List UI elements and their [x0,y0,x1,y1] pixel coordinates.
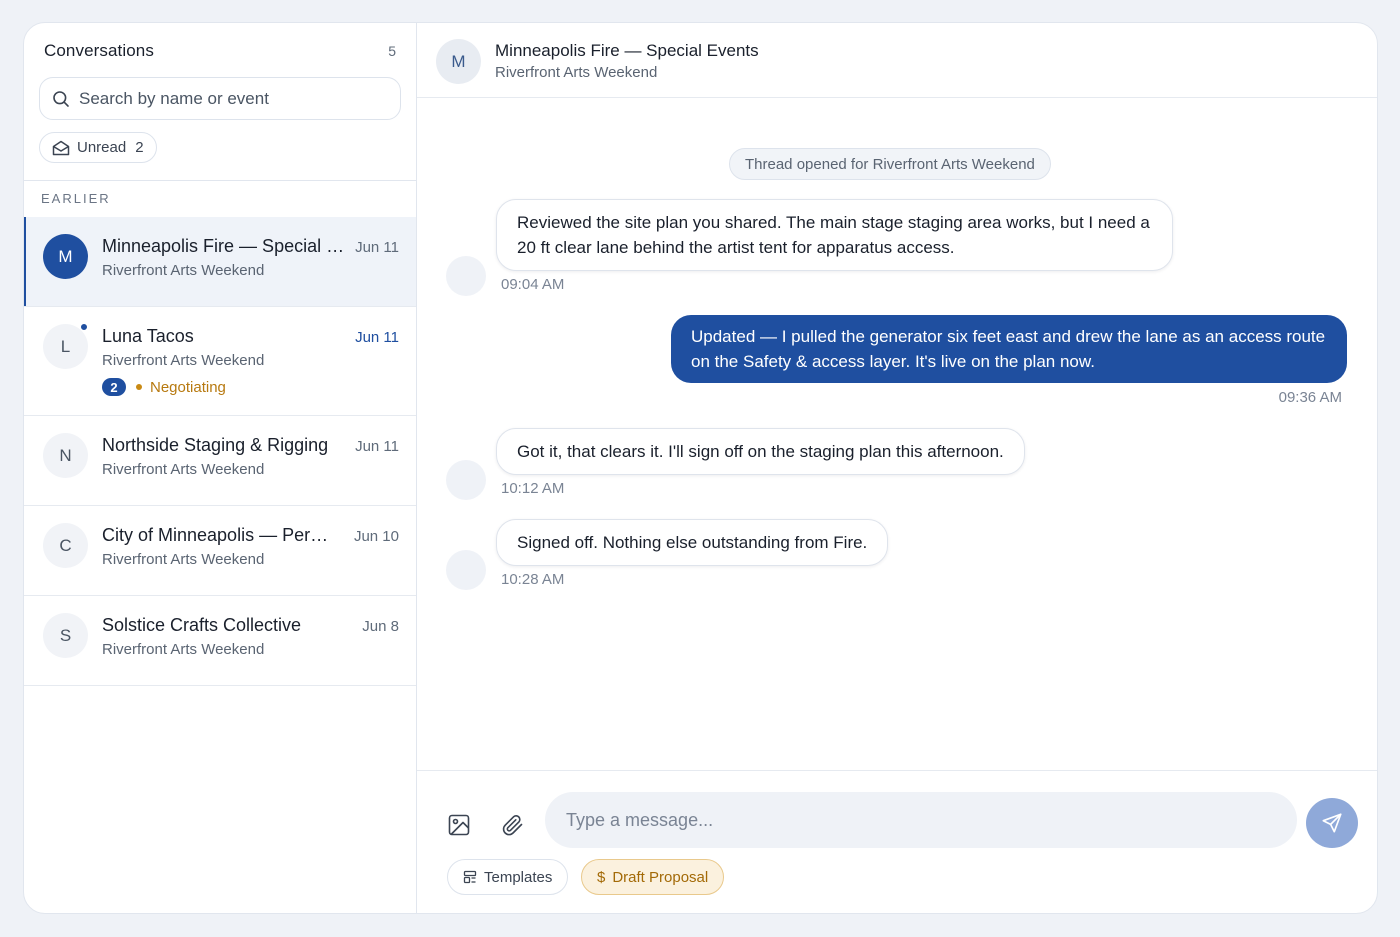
conversation-name: Minneapolis Fire — Special Events [102,236,348,256]
status-badge: Negotiating [136,379,226,396]
dollar-icon: $ [597,868,606,886]
system-note: Thread opened for Riverfront Arts Weeken… [729,148,1051,180]
thread-panel: M Minneapolis Fire — Special Events Rive… [417,23,1377,913]
unread-filter-label: Unread [77,139,127,156]
message-timestamp: 09:04 AM [501,276,565,293]
message-timestamp: 10:28 AM [501,571,565,588]
thread-header: M Minneapolis Fire — Special Events Rive… [417,23,1377,98]
sender-avatar [446,550,486,590]
conversation-name: City of Minneapolis — Permits [102,525,334,545]
message-timestamp: 10:12 AM [501,480,565,497]
avatar: N [43,433,88,478]
message-timestamp: 09:36 AM [1278,389,1342,406]
avatar: C [43,523,88,568]
conversation-date: Jun 11 [355,239,399,256]
avatar: M [43,234,88,279]
draft-proposal-label: Draft Proposal [612,868,709,886]
search-icon [52,90,70,108]
section-label-earlier: EARLIER [41,191,111,206]
avatar: M [436,39,481,84]
message-bubble-outgoing: Updated — I pulled the generator six fee… [671,315,1347,383]
sidebar-header: Conversations 5 Unread 2 [24,23,416,181]
thread-title: Minneapolis Fire — Special Events [495,41,759,60]
unread-indicator [80,323,88,331]
conversation-sidebar: Conversations 5 Unread 2 EARLIER M Minne… [24,23,417,913]
status-dot-icon [136,384,142,390]
send-icon [1321,812,1343,834]
conversation-badges: 2 Negotiating [102,378,226,396]
templates-button[interactable]: Templates [447,859,569,895]
conversation-event: Riverfront Arts Weekend [102,262,265,279]
search-box[interactable] [39,77,401,120]
search-input[interactable] [79,88,379,109]
send-button[interactable] [1306,798,1358,848]
conversation-date: Jun 8 [362,618,399,635]
conversation-item[interactable]: C City of Minneapolis — Permits Jun 10 R… [24,506,416,596]
conversation-date: Jun 10 [353,528,399,545]
conversation-item[interactable]: N Northside Staging & Rigging Jun 11 Riv… [24,416,416,506]
conversation-count: 5 [388,43,396,59]
conversation-name: Luna Tacos [102,326,194,346]
conversation-name: Northside Staging & Rigging [102,435,329,455]
message-bubble-incoming: Signed off. Nothing else outstanding fro… [496,519,889,566]
messaging-app: Conversations 5 Unread 2 EARLIER M Minne… [23,22,1378,914]
conversation-event: Riverfront Arts Weekend [102,352,265,369]
image-icon[interactable] [446,812,472,838]
message-composer: Templates $ Draft Proposal [417,770,1377,913]
message-bubble-incoming: Reviewed the site plan you shared. The m… [496,199,1173,271]
unread-filter-count: 2 [135,139,144,156]
conversation-item[interactable]: S Solstice Crafts Collective Jun 8 River… [24,596,416,686]
conversation-event: Riverfront Arts Weekend [102,461,265,478]
conversation-item[interactable]: L Luna Tacos Jun 11 Riverfront Arts Week… [24,307,416,416]
layout-template-icon [463,870,477,884]
message-input[interactable] [545,792,1297,848]
draft-proposal-button[interactable]: $ Draft Proposal [581,859,725,895]
unread-count-badge: 2 [102,378,126,396]
avatar: L [43,324,88,369]
thread-subtitle: Riverfront Arts Weekend [495,64,658,81]
conversation-name: Solstice Crafts Collective [102,615,302,635]
conversation-event: Riverfront Arts Weekend [102,551,265,568]
conversation-date: Jun 11 [355,438,399,455]
conversation-date: Jun 11 [355,329,399,346]
message-bubble-incoming: Got it, that clears it. I'll sign off on… [496,428,1025,475]
conversation-event: Riverfront Arts Weekend [102,641,265,658]
envelope-open-icon [52,140,70,156]
templates-label: Templates [484,868,553,886]
sidebar-title: Conversations [44,41,154,60]
conversation-item[interactable]: M Minneapolis Fire — Special Events Jun … [24,217,416,307]
sender-avatar [446,460,486,500]
sender-avatar [446,256,486,296]
avatar: S [43,613,88,658]
paperclip-icon[interactable] [500,812,526,838]
unread-filter-chip[interactable]: Unread 2 [39,132,157,163]
status-label: Negotiating [150,378,226,396]
